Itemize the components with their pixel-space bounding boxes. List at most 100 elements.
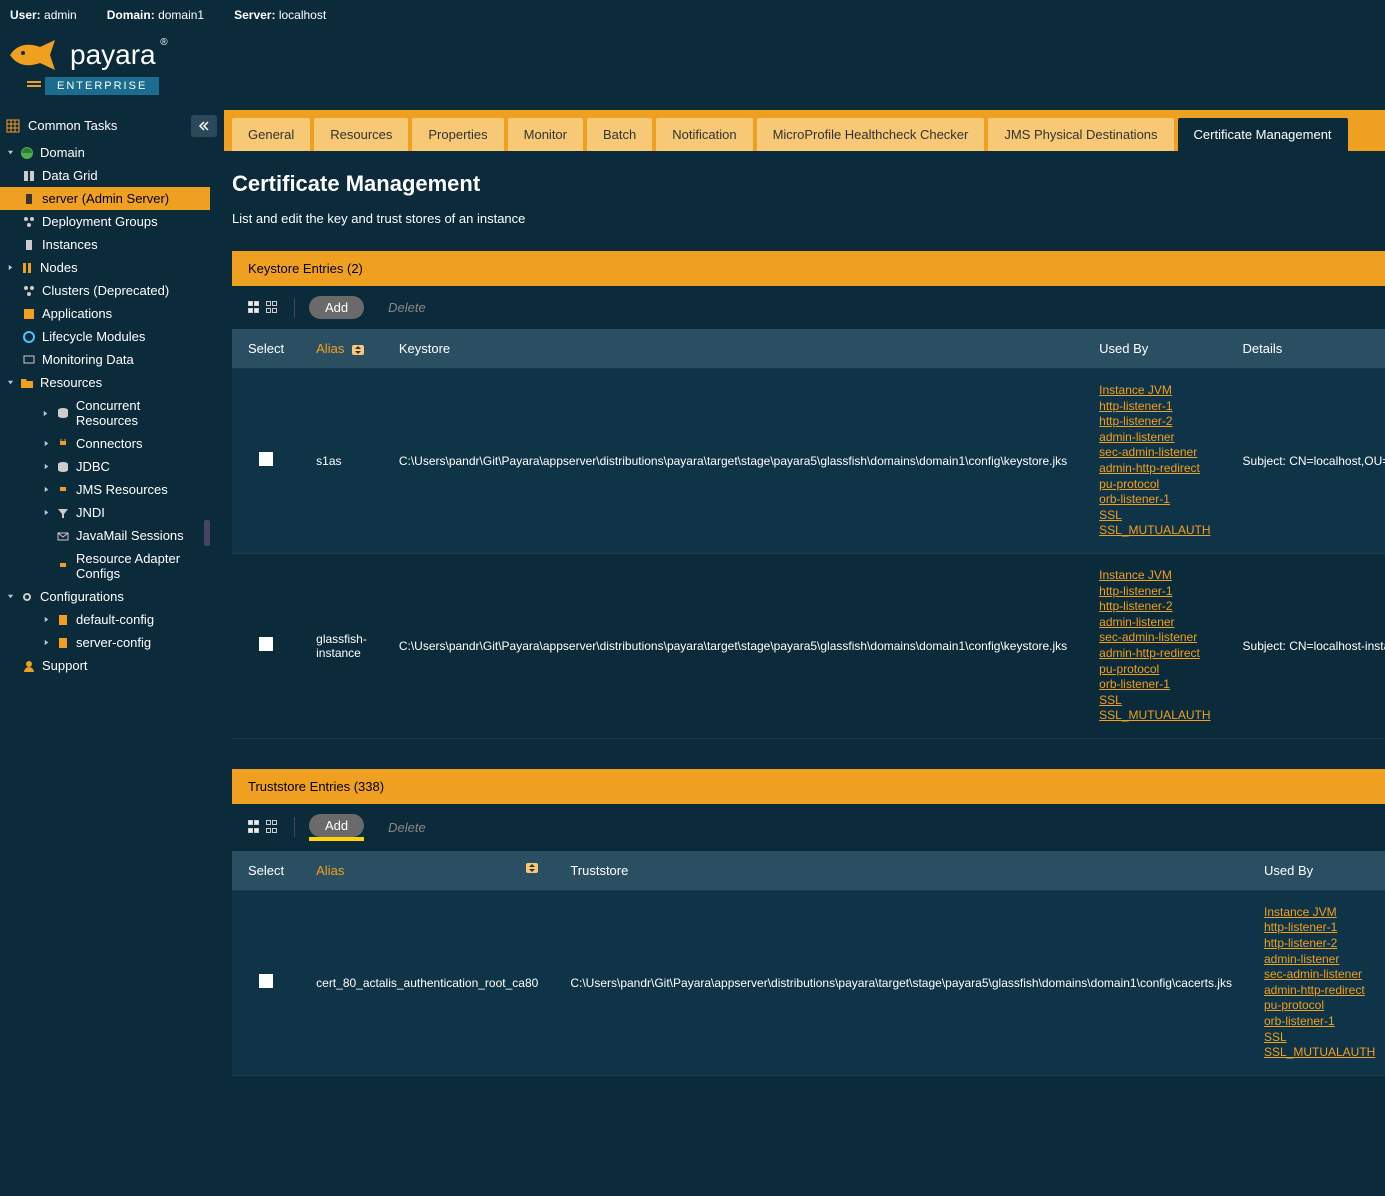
- usedby-link[interactable]: http-listener-1: [1099, 584, 1210, 600]
- tab-jms[interactable]: JMS Physical Destinations: [988, 118, 1173, 151]
- sidebar-item-configurations[interactable]: Configurations: [0, 585, 210, 608]
- row-checkbox[interactable]: [259, 452, 273, 466]
- sidebar-item-default-config[interactable]: default-config: [0, 608, 210, 631]
- table-row: cert_80_actalis_authentication_root_ca80…: [232, 890, 1385, 1075]
- usedby-link[interactable]: sec-admin-listener: [1264, 967, 1375, 983]
- table-row: glassfish-instanceC:\Users\pandr\Git\Pay…: [232, 553, 1385, 738]
- select-all-button[interactable]: [248, 301, 262, 315]
- truststore-delete-button[interactable]: Delete: [372, 816, 442, 839]
- sidebar-item-domain[interactable]: Domain: [0, 141, 210, 164]
- tab-properties[interactable]: Properties: [412, 118, 503, 151]
- sidebar-item-data-grid[interactable]: Data Grid: [0, 164, 210, 187]
- sidebar-item-applications[interactable]: Applications: [0, 302, 210, 325]
- usedby-link[interactable]: sec-admin-listener: [1099, 630, 1210, 646]
- usedby-link[interactable]: Instance JVM: [1264, 905, 1375, 921]
- sidebar-item-support[interactable]: Support: [0, 654, 210, 677]
- tab-notification[interactable]: Notification: [656, 118, 752, 151]
- collapse-sidebar-button[interactable]: [191, 115, 217, 137]
- logo-name: payara®: [70, 39, 156, 71]
- usedby-link[interactable]: http-listener-2: [1264, 936, 1375, 952]
- col-truststore[interactable]: Truststore: [554, 851, 1248, 891]
- col-select[interactable]: Select: [232, 851, 300, 891]
- usedby-link[interactable]: admin-listener: [1264, 952, 1375, 968]
- usedby-link[interactable]: SSL: [1099, 508, 1210, 524]
- truststore-add-button[interactable]: Add: [309, 814, 364, 837]
- deselect-all-button[interactable]: [266, 301, 280, 315]
- usedby-link[interactable]: Instance JVM: [1099, 383, 1210, 399]
- col-keystore[interactable]: Keystore: [383, 329, 1083, 369]
- sidebar-item-jdbc[interactable]: JDBC: [0, 455, 210, 478]
- sort-icon[interactable]: [526, 863, 538, 873]
- keystore-table: Select Alias Keystore Used By Details s1…: [232, 329, 1385, 739]
- col-usedby[interactable]: Used By: [1248, 851, 1385, 891]
- sidebar-item-connectors[interactable]: Connectors: [0, 432, 210, 455]
- usedby-link[interactable]: SSL: [1264, 1030, 1375, 1046]
- usedby-link[interactable]: orb-listener-1: [1264, 1014, 1375, 1030]
- payara-fish-icon: [5, 35, 65, 75]
- usedby-link[interactable]: SSL: [1099, 693, 1210, 709]
- sort-icon[interactable]: [352, 345, 364, 355]
- details-cell: Subject: CN=localhost-instance,OU=Payara…: [1227, 553, 1385, 738]
- sidebar-item-jndi[interactable]: JNDI: [0, 501, 210, 524]
- usedby-link[interactable]: pu-protocol: [1099, 662, 1210, 678]
- alias-cell: s1as: [300, 369, 383, 554]
- sidebar-item-clusters[interactable]: Clusters (Deprecated): [0, 279, 210, 302]
- sidebar-item-javamail[interactable]: JavaMail Sessions: [0, 524, 210, 547]
- usedby-link[interactable]: orb-listener-1: [1099, 677, 1210, 693]
- usedby-link[interactable]: admin-http-redirect: [1099, 646, 1210, 662]
- col-usedby[interactable]: Used By: [1083, 329, 1226, 369]
- alias-cell: glassfish-instance: [300, 553, 383, 738]
- usedby-link[interactable]: orb-listener-1: [1099, 492, 1210, 508]
- tab-monitor[interactable]: Monitor: [508, 118, 583, 151]
- usedby-link[interactable]: admin-http-redirect: [1099, 461, 1210, 477]
- usedby-link[interactable]: pu-protocol: [1264, 998, 1375, 1014]
- double-chevron-left-icon: [198, 120, 210, 132]
- tab-healthcheck[interactable]: MicroProfile Healthcheck Checker: [757, 118, 985, 151]
- usedby-link[interactable]: admin-listener: [1099, 430, 1210, 446]
- path-cell: C:\Users\pandr\Git\Payara\appserver\dist…: [383, 553, 1083, 738]
- select-all-button[interactable]: [248, 820, 262, 834]
- col-alias[interactable]: Alias: [300, 329, 383, 369]
- sidebar-item-lifecycle[interactable]: Lifecycle Modules: [0, 325, 210, 348]
- sidebar-item-resources[interactable]: Resources: [0, 371, 210, 394]
- resize-handle[interactable]: [204, 520, 210, 546]
- common-tasks-header[interactable]: Common Tasks: [0, 110, 210, 141]
- keystore-add-button[interactable]: Add: [309, 296, 364, 319]
- sidebar-item-deployment-groups[interactable]: Deployment Groups: [0, 210, 210, 233]
- usedby-link[interactable]: SSL_MUTUALAUTH: [1099, 523, 1210, 539]
- col-alias[interactable]: Alias: [300, 851, 554, 891]
- filter-icon: [56, 506, 70, 520]
- keystore-delete-button[interactable]: Delete: [372, 296, 442, 319]
- usedby-link[interactable]: http-listener-1: [1099, 399, 1210, 415]
- sidebar-item-instances[interactable]: Instances: [0, 233, 210, 256]
- usedby-link[interactable]: admin-listener: [1099, 615, 1210, 631]
- usedby-link[interactable]: http-listener-2: [1099, 599, 1210, 615]
- tab-batch[interactable]: Batch: [587, 118, 652, 151]
- sidebar-item-jms[interactable]: JMS Resources: [0, 478, 210, 501]
- usedby-link[interactable]: Instance JVM: [1099, 568, 1210, 584]
- server-info: Server: localhost: [234, 8, 326, 22]
- usedby-link[interactable]: http-listener-1: [1264, 920, 1375, 936]
- row-checkbox[interactable]: [259, 974, 273, 988]
- deselect-all-button[interactable]: [266, 820, 280, 834]
- col-details[interactable]: Details: [1227, 329, 1385, 369]
- mail-icon: [56, 529, 70, 543]
- usedby-link[interactable]: admin-http-redirect: [1264, 983, 1375, 999]
- sidebar-item-resource-adapter[interactable]: Resource Adapter Configs: [0, 547, 210, 585]
- col-select[interactable]: Select: [232, 329, 300, 369]
- usedby-link[interactable]: sec-admin-listener: [1099, 445, 1210, 461]
- usedby-link[interactable]: SSL_MUTUALAUTH: [1099, 708, 1210, 724]
- usedby-cell: Instance JVMhttp-listener-1http-listener…: [1248, 890, 1385, 1075]
- sidebar-item-server-admin[interactable]: server (Admin Server): [0, 187, 210, 210]
- usedby-link[interactable]: http-listener-2: [1099, 414, 1210, 430]
- usedby-link[interactable]: pu-protocol: [1099, 477, 1210, 493]
- sidebar-item-concurrent[interactable]: Concurrent Resources: [0, 394, 210, 432]
- tab-general[interactable]: General: [232, 118, 310, 151]
- sidebar-item-server-config[interactable]: server-config: [0, 631, 210, 654]
- usedby-link[interactable]: SSL_MUTUALAUTH: [1264, 1045, 1375, 1061]
- tab-resources[interactable]: Resources: [314, 118, 408, 151]
- row-checkbox[interactable]: [259, 637, 273, 651]
- tab-certificate-management[interactable]: Certificate Management: [1178, 118, 1348, 151]
- sidebar-item-nodes[interactable]: Nodes: [0, 256, 210, 279]
- sidebar-item-monitoring[interactable]: Monitoring Data: [0, 348, 210, 371]
